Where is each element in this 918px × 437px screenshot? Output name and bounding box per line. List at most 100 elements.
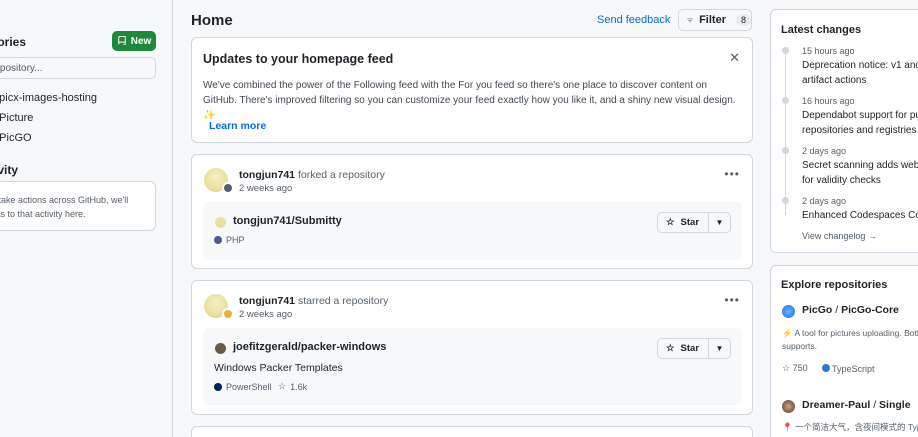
- sidebar-repo-link[interactable]: h/Picture: [0, 112, 33, 124]
- github-home-page: itories New repository... h/picx-images-…: [0, 0, 918, 437]
- repo-icon: [117, 36, 126, 45]
- fork-badge-icon: [222, 182, 234, 194]
- change-link[interactable]: Secret scanning adds webh for validity c…: [802, 158, 918, 188]
- banner-title: Updates to your homepage feed: [203, 52, 394, 66]
- change-time: 2 days ago: [802, 146, 847, 156]
- left-sidebar: itories New repository... h/picx-images-…: [0, 0, 162, 437]
- feed-timestamp: 2 weeks ago: [239, 309, 293, 320]
- repo-owner-avatar: [215, 217, 226, 228]
- repo-separator: /: [832, 304, 842, 316]
- filter-icon: [687, 18, 694, 22]
- repo-name-link[interactable]: joefitzgerald/packer-windows: [233, 341, 386, 353]
- description-text: 📍 一个简洁大气，含夜间模式的 Typ: [782, 422, 918, 432]
- change-text: for validity checks: [802, 175, 881, 186]
- timeline-line: [785, 50, 786, 215]
- repo-stars[interactable]: ☆ 750: [782, 363, 808, 374]
- change-link[interactable]: Enhanced Codespaces Con: [802, 208, 918, 223]
- find-repository-input[interactable]: repository...: [0, 57, 156, 79]
- change-text: repositories and registries: [802, 125, 917, 136]
- change-text: artifact actions: [802, 75, 867, 86]
- repo-description: Windows Packer Templates: [214, 362, 343, 374]
- explore-repo-meta: ☆ 750 TypeScript: [782, 363, 875, 374]
- feed-activity-line: tongjun741 starred a repository: [239, 295, 388, 307]
- change-link[interactable]: Deprecation notice: v1 and artifact acti…: [802, 58, 918, 88]
- star-button[interactable]: ☆ Star ▼: [657, 338, 731, 359]
- top-repositories-title: itories: [0, 35, 27, 49]
- repo-name-link[interactable]: tongjun741/Submitty: [233, 215, 342, 227]
- repo-language: PHP: [214, 235, 245, 245]
- star-icon: ☆: [278, 381, 287, 391]
- repo-language: PowerShell: [214, 382, 272, 392]
- explore-repo-link[interactable]: PicGo / PicGo-Core: [802, 304, 899, 316]
- close-icon[interactable]: ✕: [729, 50, 740, 66]
- explore-repo-description: ⚡ A tool for pictures uploading. Both su…: [782, 327, 918, 353]
- repo-owner: Dreamer-Paul: [802, 399, 871, 411]
- filter-label: Filter: [699, 14, 726, 26]
- new-button-label: New: [130, 35, 152, 47]
- timeline-dot: [782, 197, 789, 204]
- chevron-down-icon[interactable]: ▼: [709, 344, 730, 353]
- filter-button[interactable]: Filter 8: [678, 9, 752, 31]
- description-text: supports.: [782, 341, 817, 351]
- change-text: Deprecation notice: v1 and: [802, 60, 918, 71]
- view-changelog-link[interactable]: View changelog →: [802, 231, 877, 241]
- latest-changes-title: Latest changes: [781, 24, 862, 36]
- feed-action: starred a repository: [297, 295, 389, 307]
- sidebar-repo-link[interactable]: h/picx-images-hosting: [0, 92, 97, 104]
- feed-action: forked a repository: [297, 169, 385, 181]
- more-options-icon[interactable]: •••: [724, 293, 740, 307]
- repo-separator: /: [870, 399, 880, 411]
- change-time: 15 hours ago: [802, 46, 855, 56]
- feed-item: tongjun741 starred a repository 2 weeks …: [191, 280, 753, 415]
- feed-user-link[interactable]: tongjun741: [239, 169, 295, 181]
- feed-item: tongjun741 forked a repository 2 weeks a…: [191, 154, 753, 269]
- page-title: Home: [191, 12, 233, 29]
- repo-owner: PicGo: [802, 304, 833, 316]
- feed-timestamp: 2 weeks ago: [239, 183, 293, 194]
- change-time: 2 days ago: [802, 196, 847, 206]
- explore-repo-link[interactable]: Dreamer-Paul / Single: [802, 399, 911, 411]
- repo-owner-avatar: [215, 343, 226, 354]
- repo-name: PicGo-Core: [841, 304, 899, 316]
- star-button[interactable]: ☆ Star ▼: [657, 212, 731, 233]
- new-repository-button[interactable]: New: [112, 31, 156, 51]
- more-options-icon[interactable]: •••: [724, 167, 740, 181]
- change-time: 16 hours ago: [802, 96, 855, 106]
- description-text: ⚡ A tool for pictures uploading. Both: [782, 328, 918, 338]
- recent-activity-title: tivity: [0, 163, 19, 177]
- star-icon: ☆: [666, 217, 675, 228]
- activity-text: nks to that activity here.: [0, 209, 86, 219]
- explore-repositories-panel: Explore repositories PicGo / PicGo-Core …: [770, 265, 918, 437]
- feed-user-link[interactable]: tongjun741: [239, 295, 295, 307]
- repo-language: TypeScript: [821, 363, 875, 374]
- right-sidebar: Latest changes 15 hours ago Deprecation …: [770, 0, 918, 437]
- filter-count-badge: 8: [735, 14, 751, 26]
- change-text: Secret scanning adds webh: [802, 160, 918, 171]
- language-name: TypeScript: [831, 363, 875, 374]
- send-feedback-link[interactable]: Send feedback: [597, 14, 670, 26]
- feed-item: [191, 426, 753, 437]
- timeline-dot: [782, 147, 789, 154]
- language-color-dot: [214, 383, 222, 391]
- feed-activity-line: tongjun741 forked a repository: [239, 169, 385, 181]
- change-text: Dependabot support for pu: [802, 110, 918, 121]
- timeline-dot: [782, 97, 789, 104]
- latest-changes-panel: Latest changes 15 hours ago Deprecation …: [770, 9, 918, 253]
- change-text: Enhanced Codespaces Con: [802, 210, 918, 221]
- feed-updates-banner: Updates to your homepage feed ✕ We've co…: [191, 37, 753, 143]
- learn-more-link[interactable]: Learn more: [209, 120, 266, 132]
- star-count: 750: [792, 363, 808, 373]
- language-color-dot: [214, 236, 222, 244]
- repo-card: joefitzgerald/packer-windows Windows Pac…: [203, 328, 742, 405]
- banner-body: We've combined the power of the Followin…: [203, 80, 736, 121]
- recent-activity-box: u take actions across GitHub, we'll nks …: [0, 181, 156, 231]
- chevron-down-icon[interactable]: ▼: [709, 218, 730, 227]
- timeline-dot: [782, 47, 789, 54]
- repo-card: tongjun741/Submitty PHP ☆ Star ▼: [203, 202, 742, 260]
- sidebar-repo-link[interactable]: h/PicGO: [0, 132, 32, 144]
- star-badge-icon: [222, 308, 234, 320]
- language-name: PowerShell: [226, 382, 272, 392]
- change-link[interactable]: Dependabot support for pu repositories a…: [802, 108, 918, 138]
- repo-name: Single: [879, 399, 911, 411]
- repo-stars[interactable]: ☆ 1.6k: [278, 381, 307, 392]
